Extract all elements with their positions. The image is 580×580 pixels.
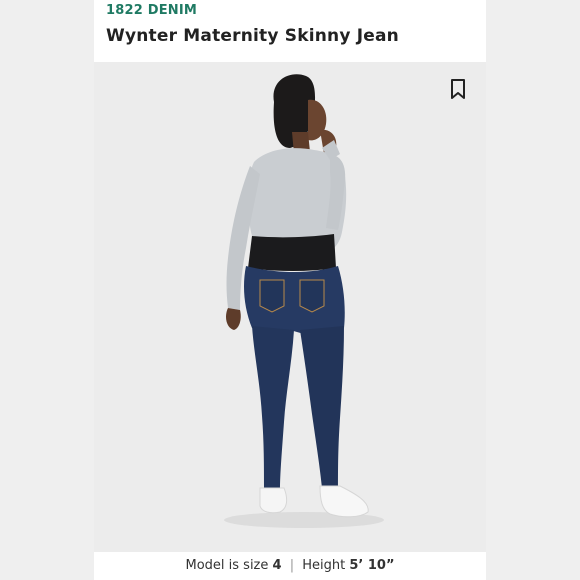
size-label: Model is size [185,558,269,573]
right-margin [486,0,580,580]
height-label: Height [302,558,346,573]
listing-card: 1822 DENIM Wynter Maternity Skinny Jean [94,0,486,580]
model-illustration [224,74,384,528]
size-value: 4 [272,558,282,573]
model-size-caption: Model is size 4 | Height 5’ 10” [94,552,486,580]
height-value: 5’ 10” [349,558,395,573]
brand-name[interactable]: 1822 DENIM [106,3,197,18]
bookmark-icon[interactable] [448,78,468,100]
caption-separator: | [289,558,295,573]
left-margin [0,0,94,580]
product-photo[interactable] [94,62,486,552]
listing-title: Wynter Maternity Skinny Jean [106,26,399,46]
